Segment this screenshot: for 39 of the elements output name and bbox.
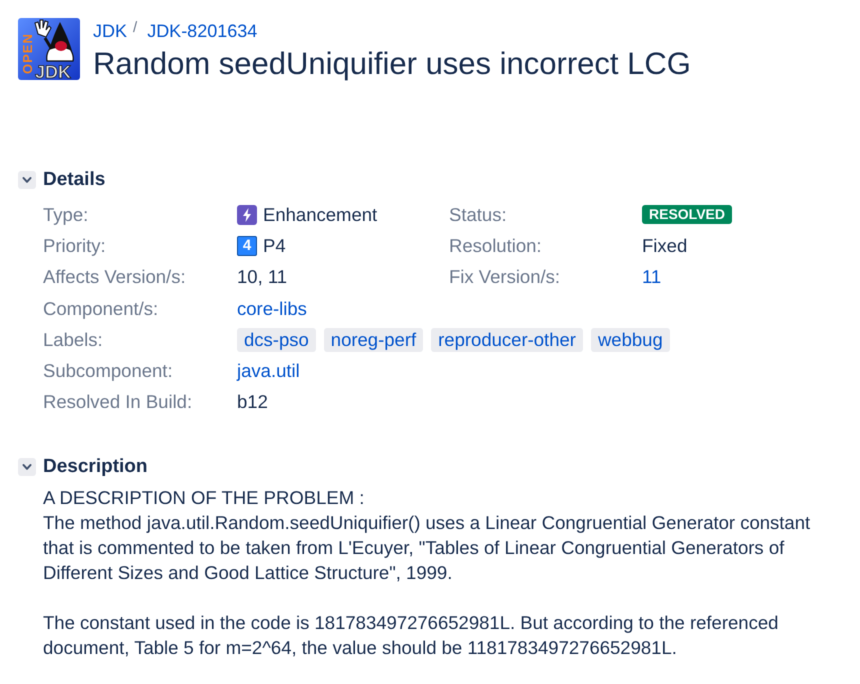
field-label: Subcomponent: [43, 360, 174, 382]
field-link[interactable]: java.util [237, 360, 300, 382]
section-heading: Details [43, 169, 106, 191]
label-tag[interactable]: webbug [590, 328, 670, 352]
field-label: Type: [43, 204, 90, 226]
field-value: Enhancement [263, 204, 378, 226]
chevron-down-icon [22, 462, 32, 472]
field-link[interactable]: core-libs [237, 298, 307, 319]
chevron-down-icon [22, 175, 32, 185]
field-label: Affects Version/s: [43, 266, 187, 288]
field-label: Labels: [43, 328, 104, 351]
field-link[interactable]: 11 [642, 266, 662, 288]
section-heading: Description [43, 456, 148, 478]
status-lozenge: RESOLVED [642, 205, 732, 224]
field-label: Component/s: [43, 298, 160, 320]
breadcrumb-link[interactable]: JDK-8201634 [147, 20, 258, 42]
description-text: The method java.util.Random.seedUniquifier() uses a Linear Congruential Generator constant that is commented to be taken from L'Ecuyer, "Tables of Linear Congruential Generators of Different Sizes and Good Lattice Structure", 1999. [43, 511, 812, 586]
label-tag[interactable]: noreg-perf [324, 328, 424, 352]
breadcrumb-link[interactable]: JDK [93, 20, 128, 42]
description-text: A DESCRIPTION OF THE PROBLEM : [43, 486, 366, 510]
project-logo: OPEN JDK [18, 18, 80, 80]
breadcrumb-separator: / [133, 18, 138, 36]
field-label: Fix Version/s: [449, 266, 562, 288]
field-label: Priority: [43, 234, 107, 257]
description-text: The constant used in the code is 181783497276652981L. But according to the referenced document, Table 5 for m=2^64, the value should be 1181783497276652981L. [43, 611, 780, 660]
field-value: P4 [263, 234, 286, 257]
label-tag[interactable]: dcs-pso [237, 328, 316, 352]
section-toggle[interactable] [18, 171, 36, 189]
field-label: Resolved In Build: [43, 391, 194, 414]
lightning-icon [237, 204, 257, 225]
section-toggle[interactable] [18, 458, 36, 476]
label-tag[interactable]: reproducer-other [431, 328, 583, 352]
field-value: 10, 11 [237, 266, 288, 288]
field-value: b12 [237, 391, 269, 414]
field-label: Resolution: [449, 234, 543, 257]
issue-title: Random seedUniquifier uses incorrect LCG [93, 45, 691, 83]
field-label: Status: [449, 204, 508, 226]
priority-icon: 4 [237, 236, 257, 256]
field-value: Fixed [642, 234, 688, 257]
